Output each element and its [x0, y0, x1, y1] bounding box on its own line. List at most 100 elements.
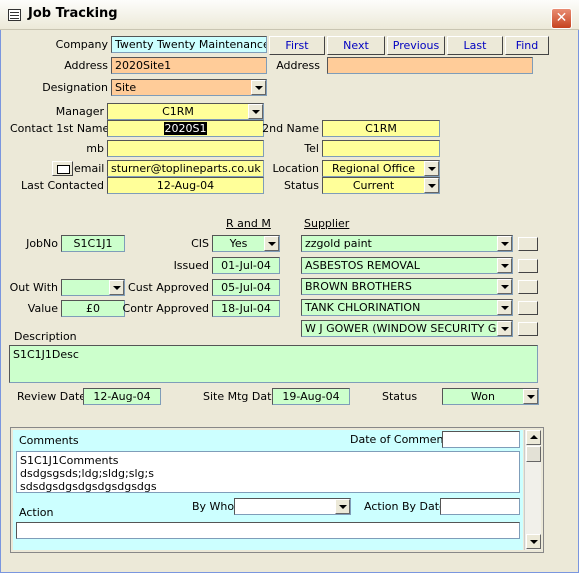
issued-field[interactable]: 01-Jul-04 [212, 257, 280, 274]
by-who-label: By Who [192, 500, 235, 513]
next-button[interactable]: Next [327, 36, 385, 55]
last-contacted-field[interactable]: 12-Aug-04 [107, 177, 264, 194]
mb-label: mb [86, 142, 104, 155]
value-label: Value [27, 302, 58, 315]
contact1-value: 2020S1 [163, 122, 208, 135]
chevron-down-icon[interactable] [497, 300, 512, 315]
site-mtg-date-field[interactable]: 19-Aug-04 [272, 388, 350, 405]
designation-value: Site [115, 81, 137, 94]
supplier-detail-button-5[interactable] [518, 322, 538, 336]
manager-select[interactable]: C1RM [107, 103, 264, 120]
close-button[interactable]: ✕ [551, 8, 572, 29]
status-value: Current [352, 179, 395, 192]
date-of-comment-label: Date of Comment [350, 433, 448, 446]
address2-field[interactable] [327, 57, 533, 74]
last-contacted-label: Last Contacted [21, 179, 104, 192]
chevron-down-icon[interactable] [497, 321, 512, 336]
contact1-label: Contact 1st Name [10, 122, 110, 135]
company-label: Company [55, 38, 108, 51]
title-bar: Job Tracking ✕ [0, 0, 579, 30]
location-value: Regional Office [331, 162, 416, 175]
review-date-field[interactable]: 12-Aug-04 [83, 388, 161, 405]
value-field[interactable]: £0 [61, 300, 125, 317]
out-with-select[interactable] [61, 279, 125, 296]
supplier-select-5[interactable]: W J GOWER (WINDOW SECURITY GF [301, 320, 513, 337]
action-field[interactable] [16, 522, 520, 539]
send-email-icon[interactable] [52, 161, 73, 176]
supplier-header: Supplier [304, 217, 350, 230]
chevron-down-icon[interactable] [424, 161, 439, 176]
by-who-select[interactable] [234, 498, 351, 515]
designation-label: Designation [42, 81, 108, 94]
scroll-thumb[interactable] [526, 446, 541, 462]
supplier-select-2[interactable]: ASBESTOS REMOVAL [301, 257, 513, 274]
supplier-detail-button-1[interactable] [518, 237, 538, 251]
chevron-down-icon[interactable] [251, 80, 266, 95]
action-label: Action [19, 506, 54, 519]
cis-select[interactable]: Yes [212, 235, 280, 252]
chevron-down-icon[interactable] [497, 258, 512, 273]
supplier-select-4[interactable]: TANK CHLORINATION [301, 299, 513, 316]
scroll-up-icon[interactable] [526, 430, 541, 445]
contact2-field[interactable]: C1RM [322, 120, 440, 137]
supplier-select-3[interactable]: BROWN BROTHERS [301, 278, 513, 295]
comments-memo[interactable]: S1C1J1Comments dsdgsgsds;ldg;sldg;slg;s … [16, 451, 520, 493]
comments-scrollbar[interactable] [524, 430, 541, 550]
cust-approved-label: Cust Approved [128, 281, 209, 294]
description-field[interactable]: S1C1J1Desc [9, 345, 538, 383]
chevron-down-icon[interactable] [497, 236, 512, 251]
supplier-value: zzgold paint [305, 237, 372, 250]
r-and-m-header: R and M [226, 217, 271, 230]
location-select[interactable]: Regional Office [322, 160, 440, 177]
manager-value: C1RM [162, 105, 194, 118]
site-mtg-date-label: Site Mtg Date [203, 390, 279, 403]
address-field[interactable]: 2020Site1 [111, 57, 267, 74]
status-select[interactable]: Current [322, 177, 440, 194]
jobno-field[interactable]: S1C1J1 [61, 235, 125, 252]
find-button[interactable]: Find [505, 36, 549, 55]
company-field[interactable]: Twenty Twenty Maintenance [111, 36, 267, 53]
supplier-value: TANK CHLORINATION [305, 301, 421, 314]
first-button[interactable]: First [269, 36, 325, 55]
out-with-label: Out With [9, 281, 58, 294]
contact1-field[interactable]: 2020S1 [107, 120, 264, 137]
chevron-down-icon[interactable] [497, 279, 512, 294]
status2-label: Status [382, 390, 418, 403]
chevron-down-icon[interactable] [264, 236, 279, 251]
supplier-detail-button-4[interactable] [518, 301, 538, 315]
contr-approved-field[interactable]: 18-Jul-04 [212, 300, 280, 317]
status2-select[interactable]: Won [442, 388, 539, 405]
date-of-comment-field[interactable] [442, 431, 520, 448]
email-field[interactable]: sturner@toplineparts.co.uk [107, 160, 264, 177]
contr-approved-label: Contr Approved [122, 302, 209, 315]
supplier-value: BROWN BROTHERS [305, 280, 412, 293]
chevron-down-icon[interactable] [523, 389, 538, 404]
supplier-detail-button-3[interactable] [518, 280, 538, 294]
mb-field[interactable] [107, 140, 264, 157]
supplier-detail-button-2[interactable] [518, 259, 538, 273]
form-icon [8, 9, 21, 21]
cust-approved-field[interactable]: 05-Jul-04 [212, 279, 280, 296]
address2-label: Address [276, 59, 320, 72]
comments-label: Comments [19, 434, 79, 447]
designation-select[interactable]: Site [111, 79, 267, 96]
window-title: Job Tracking [28, 6, 118, 21]
contact2-label: 2nd Name [262, 122, 319, 135]
chevron-down-icon[interactable] [335, 499, 350, 514]
supplier-select-1[interactable]: zzgold paint [301, 235, 513, 252]
chevron-down-icon[interactable] [248, 104, 263, 119]
status-label: Status [283, 179, 319, 192]
scroll-down-icon[interactable] [526, 534, 541, 549]
tel-field[interactable] [322, 140, 440, 157]
status2-value: Won [471, 390, 495, 403]
address-label: Address [64, 59, 108, 72]
previous-button[interactable]: Previous [387, 36, 445, 55]
last-button[interactable]: Last [447, 36, 503, 55]
manager-label: Manager [55, 105, 104, 118]
action-by-date-field[interactable] [440, 498, 520, 515]
chevron-down-icon[interactable] [424, 178, 439, 193]
review-date-label: Review Date [17, 390, 87, 403]
issued-label: Issued [173, 259, 209, 272]
supplier-value: ASBESTOS REMOVAL [305, 259, 420, 272]
description-label: Description [14, 330, 77, 343]
